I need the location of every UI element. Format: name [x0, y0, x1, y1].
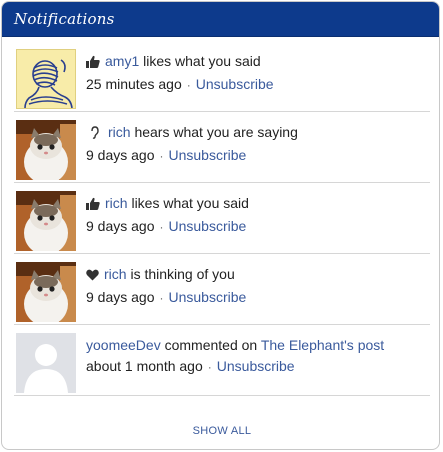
separator: · [159, 149, 164, 163]
separator: · [186, 78, 191, 92]
notification-item: amy1 likes what you said 25 minutes ago ·… [14, 41, 430, 112]
action-text: likes what you said [143, 53, 261, 69]
action-text: is thinking of you [130, 266, 235, 282]
heart-icon [86, 266, 99, 287]
avatar[interactable] [16, 333, 76, 393]
unsubscribe-link[interactable]: Unsubscribe [169, 218, 247, 234]
user-link[interactable]: yoomeeDev [86, 337, 161, 353]
avatar[interactable] [16, 49, 76, 109]
cat-avatar-image [16, 262, 76, 322]
avatar[interactable] [16, 262, 76, 322]
show-all-link[interactable]: SHOW ALL [193, 425, 252, 437]
notification-text: yoomeeDev commented on The Elephant's po… [86, 335, 384, 378]
default-avatar-image [16, 333, 76, 393]
user-link[interactable]: rich [104, 266, 127, 282]
panel-footer: SHOW ALL [14, 413, 430, 449]
action-text: commented on [164, 337, 258, 353]
cat-avatar-image [16, 120, 76, 180]
separator: · [207, 360, 212, 374]
timestamp: 9 days ago [86, 218, 155, 234]
user-link[interactable]: rich [105, 195, 128, 211]
notification-item: rich likes what you said 9 days ago · Unsu… [14, 183, 430, 254]
thumbs-up-icon [86, 53, 100, 74]
timestamp: 9 days ago [86, 147, 155, 163]
ear-icon [90, 124, 99, 145]
action-text: hears what you are saying [134, 124, 298, 140]
notification-item: yoomeeDev commented on The Elephant's po… [14, 325, 430, 396]
user-link[interactable]: amy1 [105, 53, 139, 69]
sketch-avatar-image [17, 50, 75, 108]
timestamp: about 1 month ago [86, 358, 203, 374]
unsubscribe-link[interactable]: Unsubscribe [169, 289, 247, 305]
notification-list: amy1 likes what you said 25 minutes ago ·… [14, 41, 430, 396]
post-link[interactable]: The Elephant's post [261, 337, 384, 353]
cat-avatar-image [16, 191, 76, 251]
panel-title: Notifications [14, 10, 115, 28]
timestamp: 25 minutes ago [86, 76, 182, 92]
panel-header: Notifications [2, 2, 439, 37]
separator: · [159, 291, 164, 305]
thumbs-up-icon [86, 195, 100, 216]
separator: · [159, 220, 164, 234]
avatar[interactable] [16, 191, 76, 251]
notifications-panel: Notifications amy1 likes what you said 2… [1, 1, 440, 450]
notification-text: rich hears what you are saying 9 days ag… [86, 122, 298, 167]
unsubscribe-link[interactable]: Unsubscribe [217, 358, 295, 374]
timestamp: 9 days ago [86, 289, 155, 305]
notification-text: rich likes what you said 9 days ago · Unsu… [86, 193, 249, 238]
notification-item: rich is thinking of you 9 days ago · Unsub… [14, 254, 430, 325]
unsubscribe-link[interactable]: Unsubscribe [169, 147, 247, 163]
action-text: likes what you said [131, 195, 249, 211]
avatar[interactable] [16, 120, 76, 180]
notification-text: amy1 likes what you said 25 minutes ago ·… [86, 51, 274, 96]
user-link[interactable]: rich [108, 124, 131, 140]
notification-item: rich hears what you are saying 9 days ag… [14, 112, 430, 183]
notification-text: rich is thinking of you 9 days ago · Unsub… [86, 264, 246, 309]
unsubscribe-link[interactable]: Unsubscribe [196, 76, 274, 92]
